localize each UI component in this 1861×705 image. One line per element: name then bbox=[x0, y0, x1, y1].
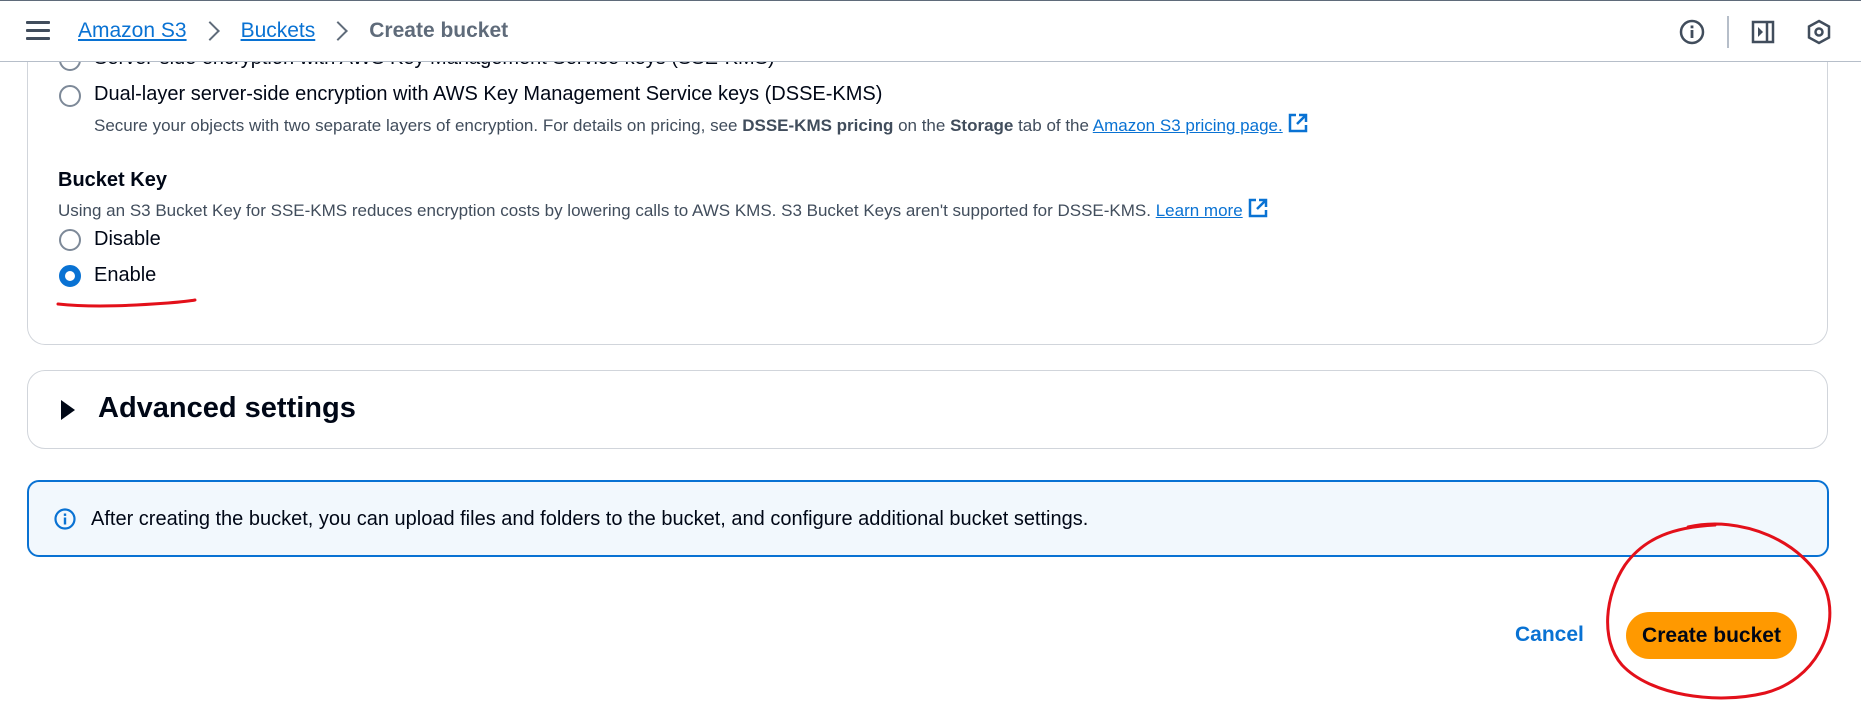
s3-pricing-page-link[interactable]: Amazon S3 pricing page. bbox=[1093, 116, 1283, 135]
breadcrumb-amazon-s3[interactable]: Amazon S3 bbox=[78, 19, 187, 43]
bucket-key-description-text: Using an S3 Bucket Key for SSE-KMS reduc… bbox=[58, 201, 1151, 220]
dsse-desc-text-mid: on the bbox=[893, 116, 951, 135]
create-bucket-button[interactable]: Create bucket bbox=[1626, 612, 1797, 659]
advanced-settings-expander[interactable]: Advanced settings bbox=[27, 370, 1828, 449]
cancel-button[interactable]: Cancel bbox=[1515, 623, 1584, 647]
info-alert-text: After creating the bucket, you can uploa… bbox=[91, 508, 1089, 530]
bucket-key-disable-label: Disable bbox=[94, 228, 161, 250]
chevron-right-icon bbox=[199, 21, 220, 41]
storage-tab-text: Storage bbox=[950, 116, 1014, 135]
breadcrumb-buckets[interactable]: Buckets bbox=[241, 19, 316, 43]
radio-bucket-key-enable[interactable] bbox=[59, 265, 81, 287]
breadcrumb-current-page: Create bucket bbox=[369, 19, 509, 42]
info-alert: After creating the bucket, you can uploa… bbox=[27, 480, 1829, 557]
dsse-desc-text-suffix: tab of the bbox=[1013, 116, 1093, 135]
chevron-right-icon bbox=[328, 21, 349, 41]
dsse-desc-text: Secure your objects with two separate la… bbox=[94, 116, 743, 135]
hamburger-menu-icon[interactable] bbox=[26, 21, 50, 41]
advanced-settings-title: Advanced settings bbox=[98, 392, 356, 424]
top-navigation-bar: Amazon S3 Buckets Create bucket bbox=[0, 0, 1861, 62]
option-dsse-kms-label: Dual-layer server-side encryption with A… bbox=[94, 83, 883, 105]
bucket-key-description: Using an S3 Bucket Key for SSE-KMS reduc… bbox=[58, 197, 1269, 224]
breadcrumb: Amazon S3 Buckets Create bucket bbox=[78, 19, 508, 43]
info-icon[interactable] bbox=[1677, 17, 1707, 47]
external-link-icon[interactable] bbox=[1247, 197, 1269, 224]
caret-right-icon bbox=[61, 400, 75, 420]
dsse-pricing-text: DSSE-KMS pricing bbox=[742, 116, 894, 135]
settings-hexagon-icon[interactable] bbox=[1804, 17, 1834, 47]
learn-more-link[interactable]: Learn more bbox=[1156, 201, 1243, 220]
bucket-key-title: Bucket Key bbox=[58, 169, 167, 191]
external-link-icon[interactable] bbox=[1287, 112, 1309, 139]
radio-dsse-kms[interactable] bbox=[59, 85, 81, 107]
option-dsse-kms-description: Secure your objects with two separate la… bbox=[94, 112, 1309, 139]
info-icon bbox=[53, 507, 77, 536]
toolbar-divider bbox=[1727, 16, 1729, 48]
radio-bucket-key-disable[interactable] bbox=[59, 229, 81, 251]
notifications-panel-icon[interactable] bbox=[1748, 17, 1778, 47]
bucket-key-enable-label: Enable bbox=[94, 264, 157, 286]
